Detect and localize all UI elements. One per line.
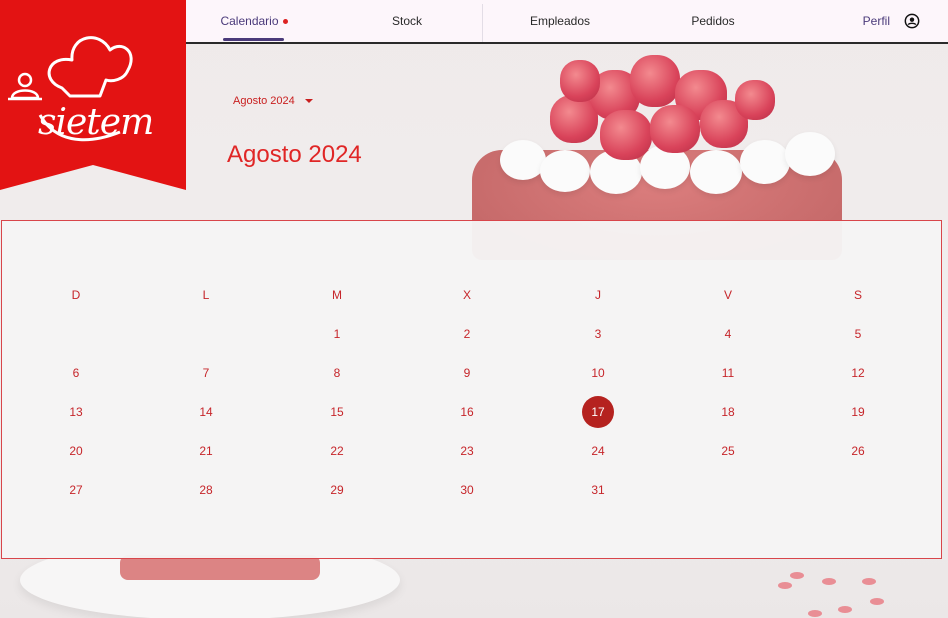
weekday-header: M bbox=[332, 288, 342, 302]
calendar-day[interactable]: 10 bbox=[580, 355, 616, 391]
tab-calendario[interactable]: Calendario bbox=[218, 0, 290, 42]
calendar-grid: D L M X J V S 1 2 3 4 5 6 7 8 9 10 11 12 13 14 15 16 17 18 19 20 21… bbox=[1, 220, 942, 559]
calendar-day[interactable]: 30 bbox=[449, 472, 485, 508]
calendar-day-selected[interactable]: 17 bbox=[582, 396, 614, 428]
calendar-day[interactable]: 9 bbox=[449, 355, 485, 391]
calendar-day[interactable]: 18 bbox=[710, 394, 746, 430]
calendar-day[interactable]: 11 bbox=[710, 355, 746, 391]
account-circle-icon bbox=[904, 13, 920, 29]
profile-menu[interactable]: Perfil bbox=[848, 0, 948, 42]
calendar-day[interactable]: 29 bbox=[319, 472, 355, 508]
calendar-day[interactable]: 15 bbox=[319, 394, 355, 430]
calendar-day[interactable]: 7 bbox=[188, 355, 224, 391]
tab-calendario-label: Calendario bbox=[220, 14, 279, 28]
tab-pedidos-label: Pedidos bbox=[691, 14, 735, 28]
page-title: Agosto 2024 bbox=[227, 141, 362, 168]
caret-down-icon bbox=[304, 99, 313, 103]
month-dropdown[interactable]: Agosto 2024 bbox=[233, 95, 313, 107]
calendar-day[interactable]: 27 bbox=[58, 472, 94, 508]
calendar-day[interactable]: 31 bbox=[580, 472, 616, 508]
logo-banner-icon bbox=[0, 0, 186, 190]
profile-label: Perfil bbox=[862, 14, 890, 28]
calendar-day[interactable]: 3 bbox=[580, 316, 616, 352]
calendar-day[interactable]: 25 bbox=[710, 433, 746, 469]
calendar-day[interactable]: 22 bbox=[319, 433, 355, 469]
calendar-day[interactable]: 21 bbox=[188, 433, 224, 469]
tab-empleados[interactable]: Empleados bbox=[520, 0, 600, 42]
calendar-day[interactable]: 5 bbox=[840, 316, 876, 352]
weekday-header: J bbox=[595, 288, 601, 302]
calendar-day[interactable]: 14 bbox=[188, 394, 224, 430]
calendar-day[interactable]: 23 bbox=[449, 433, 485, 469]
nav-divider bbox=[482, 4, 483, 42]
tab-pedidos[interactable]: Pedidos bbox=[680, 0, 746, 42]
calendar-day[interactable]: 16 bbox=[449, 394, 485, 430]
tab-stock-label: Stock bbox=[391, 14, 422, 28]
weekday-header: L bbox=[202, 288, 210, 302]
calendar-day[interactable]: 4 bbox=[710, 316, 746, 352]
tab-empleados-label: Empleados bbox=[529, 14, 591, 28]
month-dropdown-label: Agosto 2024 bbox=[233, 95, 295, 107]
calendar-day[interactable]: 8 bbox=[319, 355, 355, 391]
calendar-day[interactable]: 13 bbox=[58, 394, 94, 430]
calendar-day[interactable]: 24 bbox=[580, 433, 616, 469]
weekday-header: V bbox=[723, 288, 732, 302]
calendar-day[interactable]: 2 bbox=[449, 316, 485, 352]
calendar-day[interactable]: 1 bbox=[319, 316, 355, 352]
brand-logo[interactable]: sietem bbox=[0, 0, 186, 190]
weekday-header: S bbox=[853, 288, 862, 302]
calendar-day[interactable]: 20 bbox=[58, 433, 94, 469]
calendar-day[interactable]: 6 bbox=[58, 355, 94, 391]
weekday-header: D bbox=[71, 288, 81, 302]
active-tab-indicator bbox=[223, 38, 284, 41]
calendar-day[interactable]: 12 bbox=[840, 355, 876, 391]
calendar-day[interactable]: 28 bbox=[188, 472, 224, 508]
calendar-day[interactable]: 26 bbox=[840, 433, 876, 469]
calendar-day[interactable]: 19 bbox=[840, 394, 876, 430]
tab-stock[interactable]: Stock bbox=[380, 0, 434, 42]
notification-dot-icon bbox=[282, 18, 288, 24]
weekday-header: X bbox=[462, 288, 471, 302]
brand-name: sietem bbox=[38, 102, 154, 143]
